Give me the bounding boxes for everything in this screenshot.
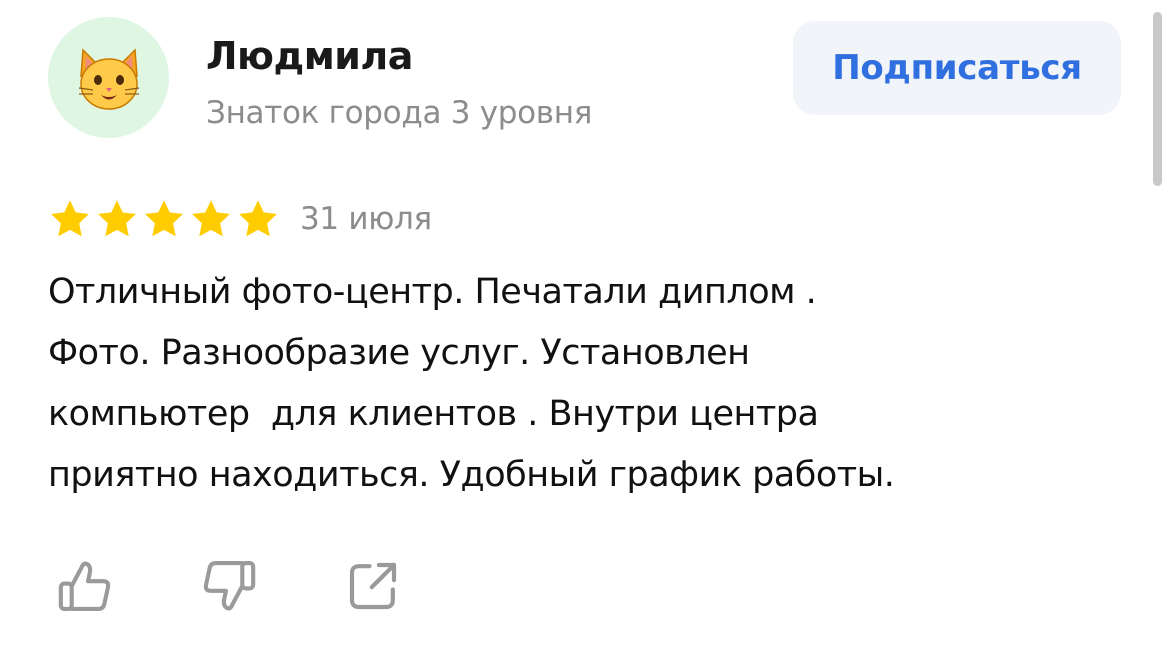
thumbs-down-icon	[203, 560, 256, 611]
avatar[interactable]	[48, 17, 169, 138]
star-icon	[239, 200, 277, 237]
review-date: 31 июля	[300, 201, 432, 237]
star-icon	[192, 200, 230, 237]
cat-face-icon	[78, 47, 139, 110]
scrollbar[interactable]	[1153, 12, 1162, 186]
star-icon	[145, 200, 183, 237]
author-level: Знаток города 3 уровня	[206, 95, 593, 131]
star-rating	[48, 197, 283, 241]
review-card: Людмила Знаток города 3 уровня Подписать…	[0, 0, 1170, 669]
thumbs-up-icon	[58, 561, 111, 612]
review-text-line: Отличный фото-центр. Печатали диплом .	[48, 272, 817, 312]
share-button[interactable]	[343, 556, 403, 616]
review-text-line: компьютер для клиентов . Внутри центра	[48, 394, 819, 434]
review-text-line: приятно находиться. Удобный график работ…	[48, 455, 895, 495]
rating-row: 31 июля	[48, 194, 432, 244]
share-icon	[349, 562, 397, 610]
author-name[interactable]: Людмила	[206, 30, 413, 82]
star-icon	[98, 200, 136, 237]
review-actions	[55, 556, 403, 616]
subscribe-button[interactable]: Подписаться	[793, 21, 1121, 115]
review-text: Отличный фото-центр. Печатали диплом . Ф…	[48, 262, 1138, 506]
like-button[interactable]	[55, 556, 115, 616]
star-icon	[51, 200, 89, 237]
dislike-button[interactable]	[199, 556, 259, 616]
review-text-line: Фото. Разнообразие услуг. Установлен	[48, 333, 750, 373]
